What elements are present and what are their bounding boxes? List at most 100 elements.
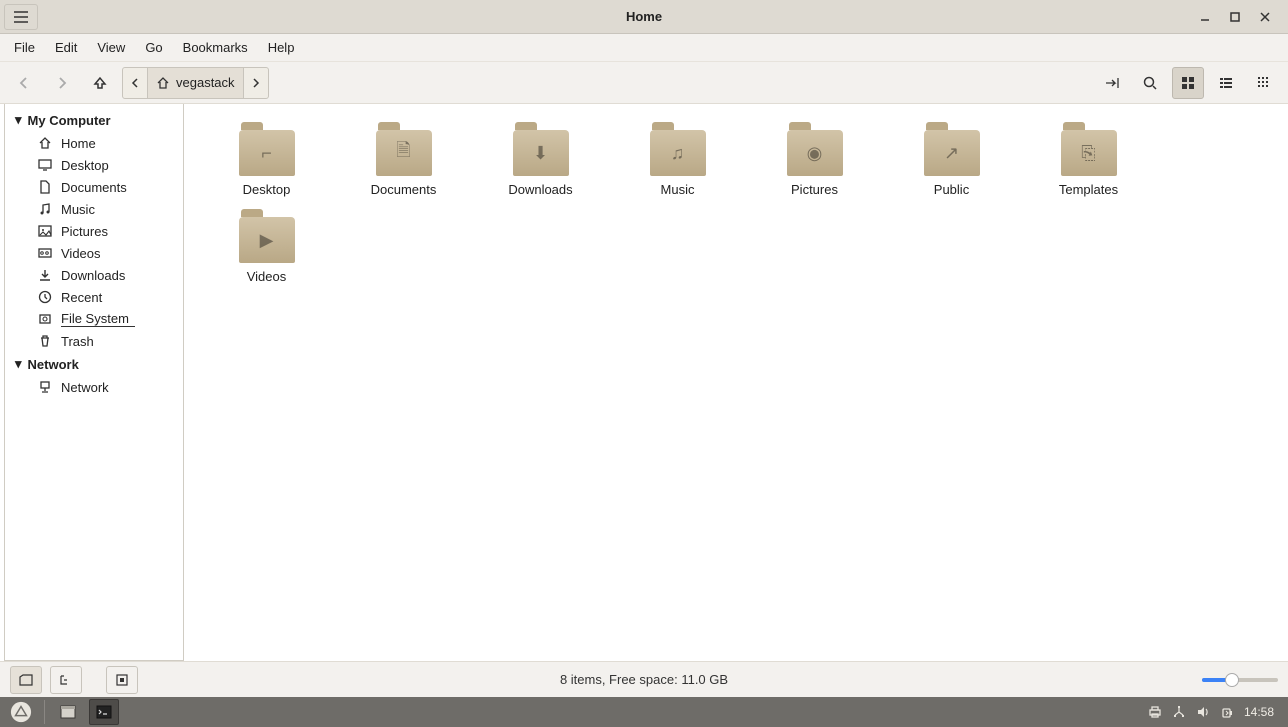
folder-glyph: ⌐ (261, 143, 272, 164)
folder-label: Desktop (243, 182, 291, 197)
sidebar-section-network[interactable]: ▾ Network (5, 352, 183, 376)
minimize-button[interactable] (1200, 12, 1214, 22)
folder-icon: ⎘ (1061, 130, 1117, 176)
folder-public[interactable]: ↗Public (883, 124, 1020, 203)
nav-up-button[interactable] (84, 67, 116, 99)
menu-help[interactable]: Help (260, 36, 303, 59)
printer-icon[interactable] (1148, 705, 1162, 719)
maximize-button[interactable] (1230, 12, 1244, 22)
sidebar-item-label: Videos (61, 246, 101, 261)
zoom-slider[interactable] (1202, 678, 1278, 682)
toggle-tree-button[interactable] (50, 666, 82, 694)
menu-file[interactable]: File (6, 36, 43, 59)
status-bar: 8 items, Free space: 11.0 GB (0, 661, 1288, 697)
window-title: Home (0, 9, 1288, 24)
sidebar-item-downloads[interactable]: Downloads (5, 264, 183, 286)
start-menu-button[interactable] (6, 697, 36, 727)
folder-templates[interactable]: ⎘ Templates (1020, 124, 1157, 203)
folder-label: Templates (1059, 182, 1118, 197)
sidebar-item-label: Desktop (61, 158, 109, 173)
sidebar-item-music[interactable]: Music (5, 198, 183, 220)
folder-label: Documents (371, 182, 437, 197)
compact-view-button[interactable] (1248, 67, 1280, 99)
sidebar: ▾ My Computer Home Desktop Documents MusicP… (4, 104, 184, 661)
sidebar-item-label: Trash (61, 334, 94, 349)
nav-back-button[interactable] (8, 67, 40, 99)
folder-glyph: ↗ (944, 143, 959, 164)
path-prev-button[interactable] (123, 68, 148, 98)
sidebar-item-file-system[interactable]: File System (5, 308, 183, 330)
sidebar-item-videos[interactable]: Videos (5, 242, 183, 264)
sidebar-item-desktop[interactable]: Desktop (5, 154, 183, 176)
sidebar-item-label: Network (61, 380, 109, 395)
download-icon (37, 267, 53, 283)
folder-downloads[interactable]: ⬇ Downloads (472, 124, 609, 203)
sidebar-item-trash[interactable]: Trash (5, 330, 183, 352)
power-icon[interactable] (1220, 705, 1234, 719)
content-area: ▾ My Computer HomeDesktopDocumentsMusicP… (0, 104, 1288, 661)
folder-desktop[interactable]: ⌐ Desktop (198, 124, 335, 203)
folder-label: Videos (247, 269, 287, 284)
path-segment-current[interactable]: vegastack (148, 68, 244, 98)
close-button[interactable] (1260, 12, 1274, 22)
toolbar: vegastack (0, 62, 1288, 104)
sidebar-section-label: Network (28, 357, 79, 372)
network-icon (37, 379, 53, 395)
close-sidebar-button[interactable] (106, 666, 138, 694)
sidebar-item-label: Downloads (61, 268, 125, 283)
folder-documents[interactable]: 🗎 Documents (335, 124, 472, 203)
taskbar: 14:58 (0, 697, 1288, 727)
title-bar: Home (0, 0, 1288, 34)
folder-icon: ◉ (787, 130, 843, 176)
folder-label: Downloads (508, 182, 572, 197)
folder-videos[interactable]: ▶ Videos (198, 211, 335, 290)
desktop-icon (37, 157, 53, 173)
sidebar-item-recent[interactable]: Recent (5, 286, 183, 308)
icon-view-button[interactable] (1172, 67, 1204, 99)
toggle-places-button[interactable] (10, 666, 42, 694)
folder-label: Music (661, 182, 695, 197)
pic-icon (37, 223, 53, 239)
list-view-button[interactable] (1210, 67, 1242, 99)
sidebar-item-home[interactable]: Home (5, 132, 183, 154)
folder-pictures[interactable]: ◉Pictures (746, 124, 883, 203)
menu-view[interactable]: View (89, 36, 133, 59)
path-next-button[interactable] (244, 68, 268, 98)
search-button[interactable] (1134, 67, 1166, 99)
toggle-location-button[interactable] (1096, 67, 1128, 99)
sidebar-item-network[interactable]: Network (5, 376, 183, 398)
folder-icon: ▶ (239, 217, 295, 263)
volume-icon[interactable] (1196, 705, 1210, 719)
folder-glyph: 🗎 (396, 138, 410, 168)
menu-bookmarks[interactable]: Bookmarks (175, 36, 256, 59)
folder-icon: 🗎 (376, 130, 432, 176)
home-icon (156, 76, 170, 90)
folder-icon: ⬇ (513, 130, 569, 176)
nav-forward-button[interactable] (46, 67, 78, 99)
sidebar-item-label: Recent (61, 290, 102, 305)
menu-bar: File Edit View Go Bookmarks Help (0, 34, 1288, 62)
taskbar-filemanager-button[interactable] (53, 699, 83, 725)
chevron-down-icon: ▾ (15, 356, 22, 372)
hamburger-menu-icon[interactable] (4, 4, 38, 30)
menu-go[interactable]: Go (137, 36, 170, 59)
video-icon (37, 245, 53, 261)
recent-icon (37, 289, 53, 305)
sidebar-item-label: Documents (61, 180, 127, 195)
folder-icon: ↗ (924, 130, 980, 176)
folder-icon: ⌐ (239, 130, 295, 176)
network-icon[interactable] (1172, 705, 1186, 719)
folder-view[interactable]: ⌐ Desktop 🗎 Documents ⬇ Downloads ♫ Music ◉Pictu… (188, 104, 1288, 661)
taskbar-terminal-button[interactable] (89, 699, 119, 725)
menu-edit[interactable]: Edit (47, 36, 85, 59)
path-bar: vegastack (122, 67, 269, 99)
folder-icon: ♫ (650, 130, 706, 176)
clock[interactable]: 14:58 (1244, 705, 1274, 719)
folder-music[interactable]: ♫ Music (609, 124, 746, 203)
sidebar-item-pictures[interactable]: Pictures (5, 220, 183, 242)
sidebar-section-my-computer[interactable]: ▾ My Computer (5, 108, 183, 132)
sidebar-item-documents[interactable]: Documents (5, 176, 183, 198)
sidebar-item-label: File System (61, 311, 135, 327)
fs-icon (37, 311, 53, 327)
folder-glyph: ♫ (671, 143, 685, 164)
